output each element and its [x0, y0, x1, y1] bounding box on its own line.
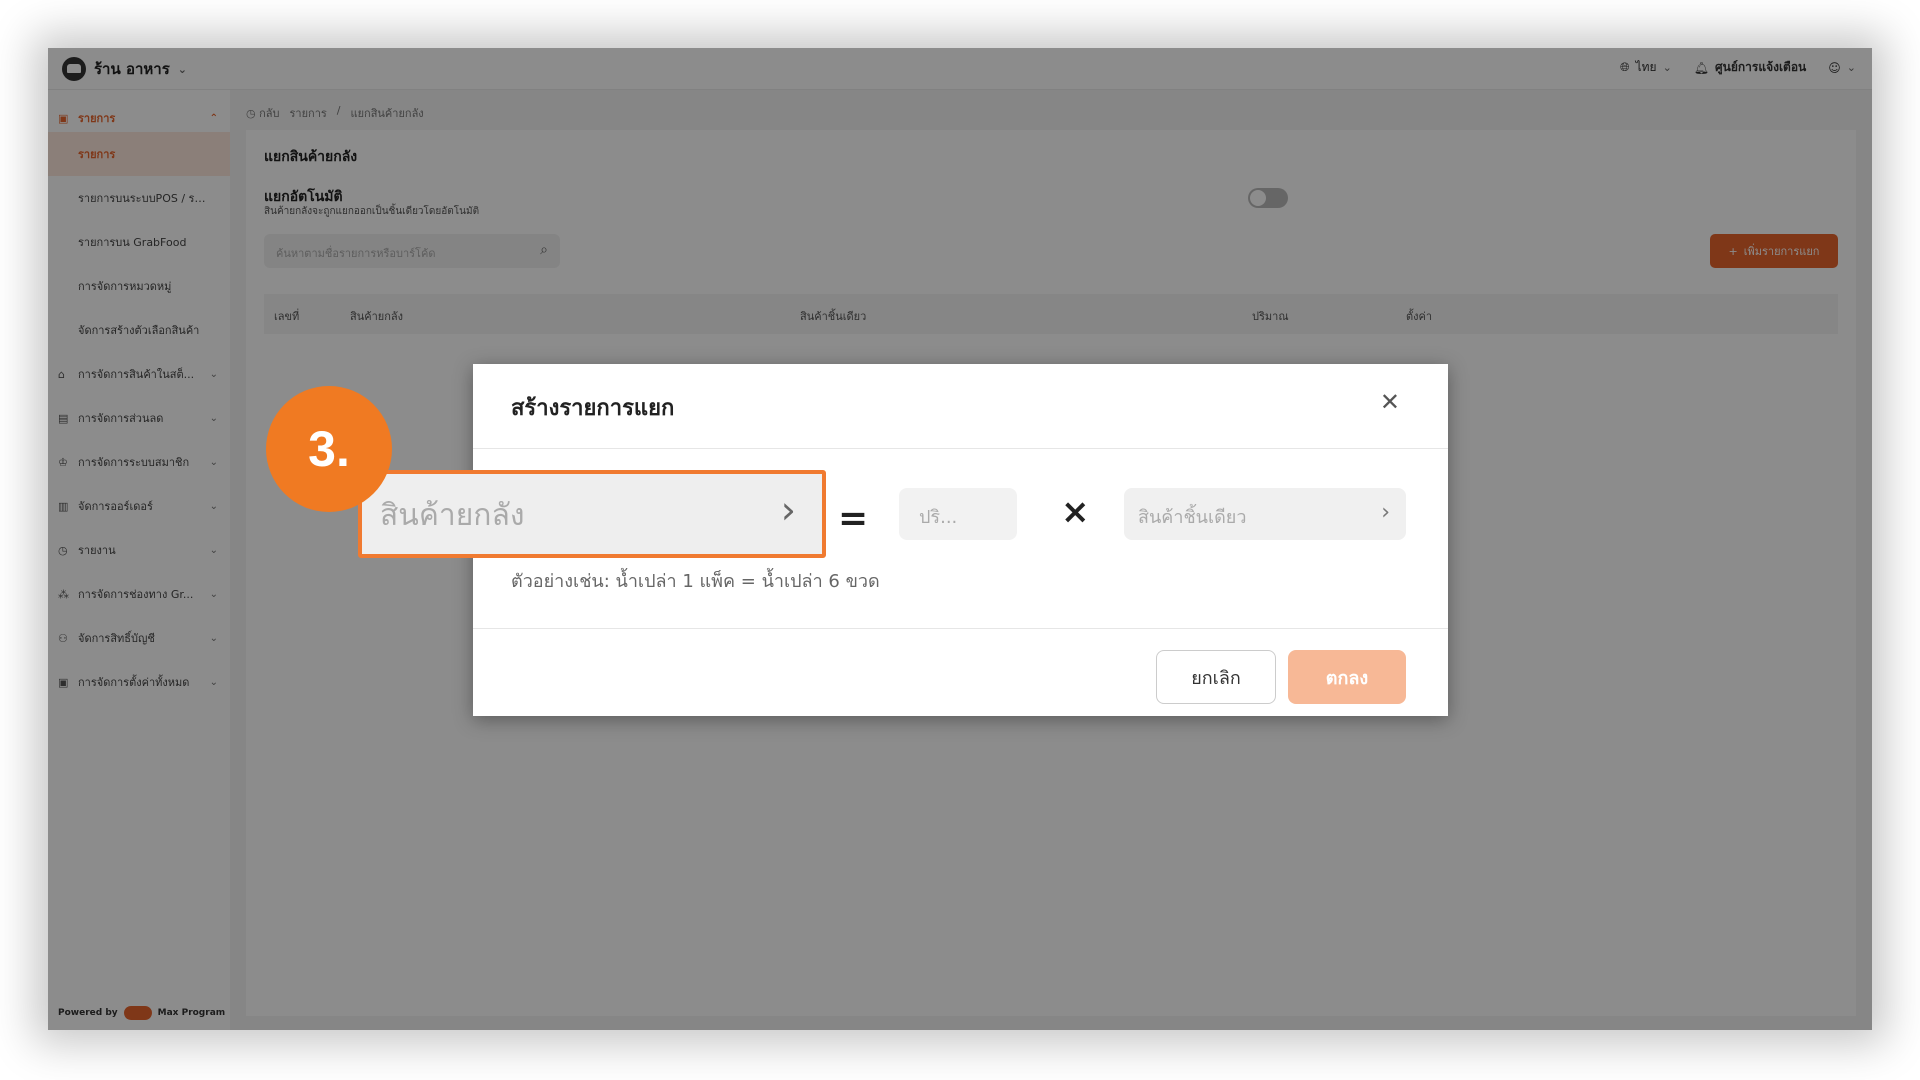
confirm-button[interactable]: ตกลง	[1288, 650, 1406, 704]
chevron-right-icon: ›	[780, 488, 796, 532]
multiply-icon: ×	[1061, 492, 1090, 532]
close-icon[interactable]: ✕	[1380, 388, 1400, 416]
quantity-input[interactable]: ปริ...	[899, 488, 1017, 540]
cancel-button[interactable]: ยกเลิก	[1156, 650, 1276, 704]
example-text: ตัวอย่างเช่น: น้ำเปล่า 1 แพ็ค = น้ำเปล่า…	[511, 571, 880, 592]
divider	[473, 448, 1448, 449]
chevron-right-icon: ›	[1381, 500, 1390, 525]
modal-title: สร้างรายการแยก	[511, 396, 675, 421]
bulk-item-selector[interactable]: สินค้ายกลัง ›	[358, 470, 826, 558]
single-item-selector[interactable]: สินค้าชิ้นเดียว ›	[1124, 488, 1406, 540]
step-badge: 3.	[266, 386, 392, 512]
divider	[473, 628, 1448, 629]
equals-sign: =	[838, 498, 869, 539]
